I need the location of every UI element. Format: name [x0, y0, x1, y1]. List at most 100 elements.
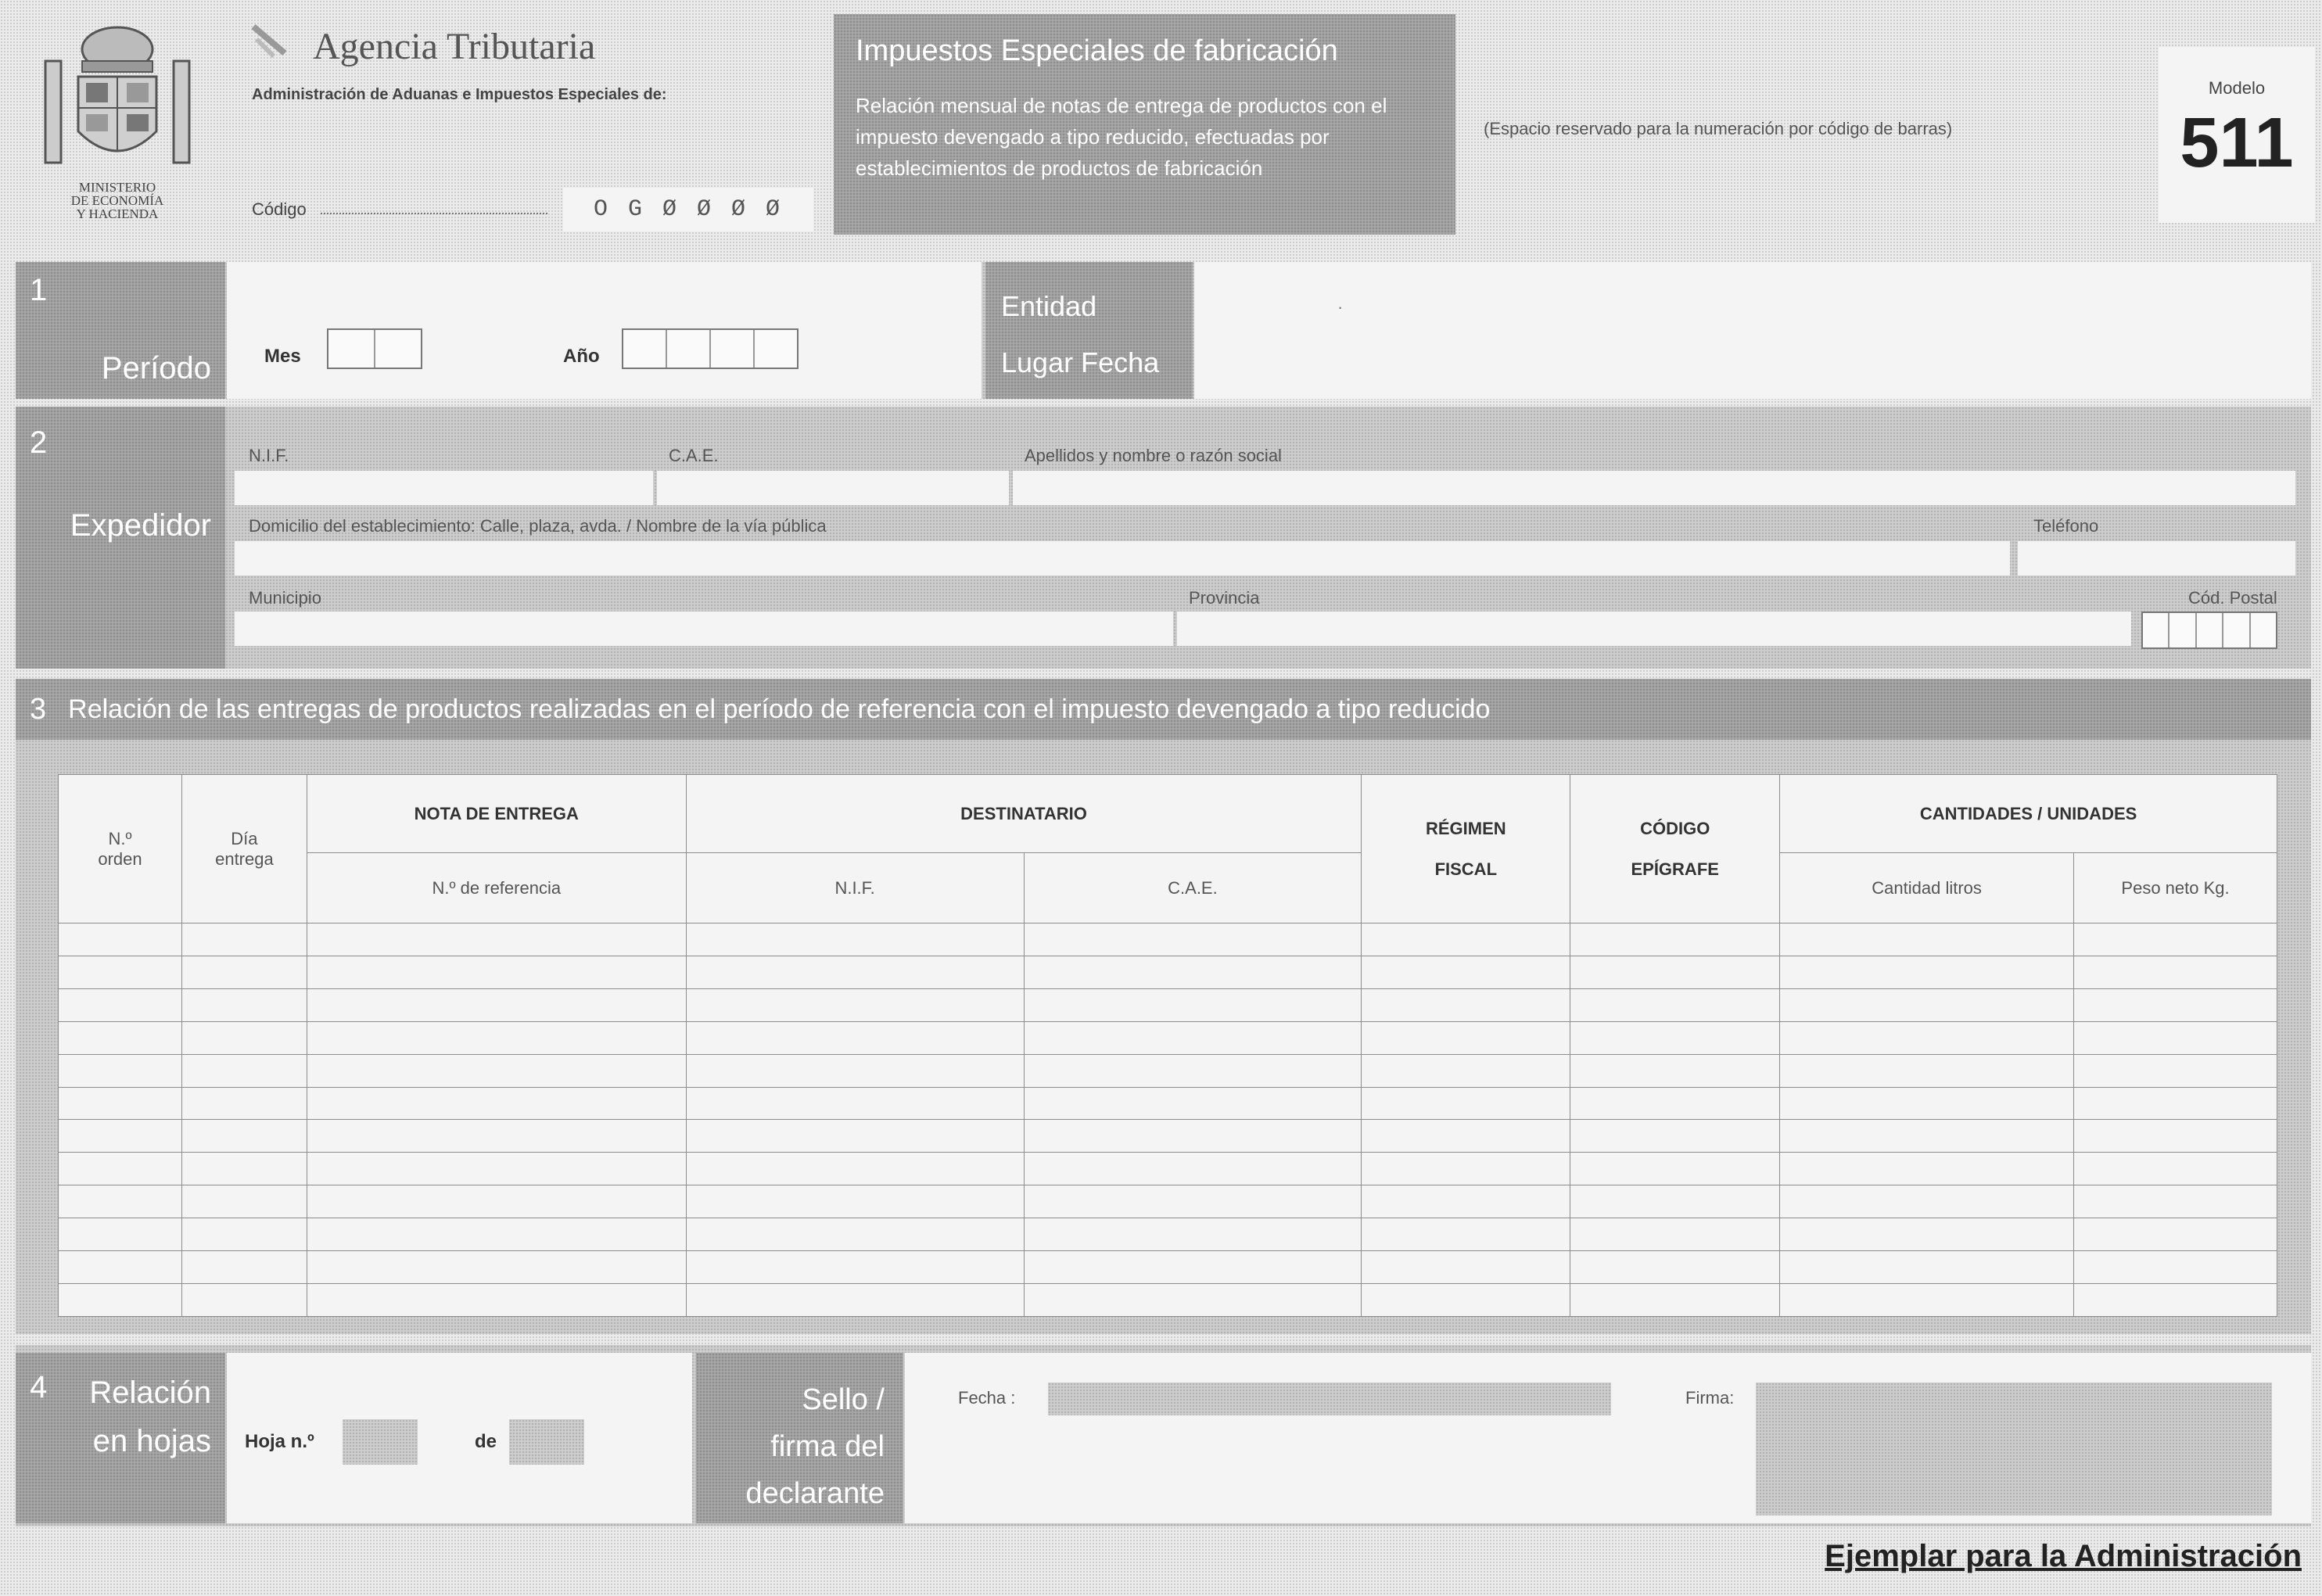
table-cell[interactable] — [181, 923, 307, 956]
table-cell[interactable] — [181, 988, 307, 1022]
table-cell[interactable] — [2073, 1119, 2277, 1153]
province-field[interactable] — [1177, 612, 2131, 646]
table-cell[interactable] — [1361, 1020, 1571, 1055]
table-cell[interactable] — [181, 1020, 307, 1055]
table-cell[interactable] — [1570, 1250, 1781, 1284]
table-cell[interactable] — [306, 1218, 687, 1252]
table-cell[interactable] — [1570, 988, 1781, 1022]
table-cell[interactable] — [306, 1152, 687, 1186]
table-cell[interactable] — [58, 1020, 182, 1055]
table-cell[interactable] — [58, 988, 182, 1022]
table-cell[interactable] — [1023, 1282, 1362, 1318]
table-cell[interactable] — [181, 1282, 307, 1318]
signature-input[interactable] — [1756, 1383, 2272, 1515]
table-cell[interactable] — [685, 1218, 1025, 1252]
table-cell[interactable] — [58, 1250, 182, 1284]
total-sheets-input[interactable] — [509, 1419, 584, 1465]
table-cell[interactable] — [1023, 955, 1362, 989]
table-cell[interactable] — [685, 1185, 1025, 1219]
nif-field[interactable] — [235, 471, 653, 505]
name-field[interactable] — [1013, 471, 2295, 505]
table-cell[interactable] — [685, 955, 1025, 989]
table-cell[interactable] — [1570, 1185, 1781, 1219]
table-cell[interactable] — [1779, 1185, 2075, 1219]
table-cell[interactable] — [685, 1119, 1025, 1153]
table-cell[interactable] — [181, 1119, 307, 1153]
table-cell[interactable] — [181, 1053, 307, 1088]
code-field[interactable]: O G Ø Ø Ø Ø — [563, 188, 813, 231]
table-cell[interactable] — [1779, 955, 2075, 989]
table-cell[interactable] — [58, 923, 182, 956]
table-cell[interactable] — [58, 1119, 182, 1153]
table-cell[interactable] — [685, 1250, 1025, 1284]
postal-field[interactable] — [2141, 612, 2277, 649]
table-cell[interactable] — [1361, 988, 1571, 1022]
sheet-number-input[interactable] — [343, 1419, 418, 1465]
table-cell[interactable] — [685, 1086, 1025, 1121]
table-cell[interactable] — [306, 923, 687, 956]
table-cell[interactable] — [1023, 1086, 1362, 1121]
table-cell[interactable] — [181, 1250, 307, 1284]
table-cell[interactable] — [1023, 1218, 1362, 1252]
table-cell[interactable] — [58, 1185, 182, 1219]
cae-field[interactable] — [657, 471, 1009, 505]
table-cell[interactable] — [1779, 1218, 2075, 1252]
table-cell[interactable] — [1023, 1152, 1362, 1186]
table-cell[interactable] — [1361, 1185, 1571, 1219]
table-cell[interactable] — [1779, 923, 2075, 956]
table-cell[interactable] — [306, 955, 687, 989]
table-cell[interactable] — [1779, 1086, 2075, 1121]
month-input[interactable] — [327, 328, 422, 369]
table-cell[interactable] — [1023, 988, 1362, 1022]
table-cell[interactable] — [306, 1250, 687, 1284]
table-cell[interactable] — [1361, 1218, 1571, 1252]
table-cell[interactable] — [306, 1020, 687, 1055]
table-cell[interactable] — [1779, 988, 2075, 1022]
table-cell[interactable] — [2073, 1250, 2277, 1284]
table-cell[interactable] — [1361, 1152, 1571, 1186]
table-cell[interactable] — [306, 1086, 687, 1121]
table-cell[interactable] — [685, 1152, 1025, 1186]
table-cell[interactable] — [2073, 1185, 2277, 1219]
table-cell[interactable] — [2073, 1282, 2277, 1318]
date-input[interactable] — [1048, 1383, 1611, 1415]
table-cell[interactable] — [1570, 1119, 1781, 1153]
table-cell[interactable] — [181, 955, 307, 989]
table-cell[interactable] — [685, 1282, 1025, 1318]
table-cell[interactable] — [181, 1185, 307, 1219]
table-cell[interactable] — [1570, 1218, 1781, 1252]
table-cell[interactable] — [1570, 1152, 1781, 1186]
municipality-field[interactable] — [235, 612, 1173, 646]
table-cell[interactable] — [685, 1020, 1025, 1055]
table-cell[interactable] — [58, 1218, 182, 1252]
table-cell[interactable] — [1779, 1119, 2075, 1153]
table-cell[interactable] — [685, 923, 1025, 956]
address-field[interactable] — [235, 541, 2010, 576]
table-cell[interactable] — [1570, 1282, 1781, 1318]
table-cell[interactable] — [1779, 1020, 2075, 1055]
table-cell[interactable] — [1779, 1152, 2075, 1186]
year-input[interactable] — [622, 328, 799, 369]
table-cell[interactable] — [306, 1185, 687, 1219]
table-cell[interactable] — [2073, 1152, 2277, 1186]
table-cell[interactable] — [2073, 1020, 2277, 1055]
table-cell[interactable] — [181, 1152, 307, 1186]
table-cell[interactable] — [1570, 1086, 1781, 1121]
table-cell[interactable] — [2073, 923, 2277, 956]
table-cell[interactable] — [58, 955, 182, 989]
table-cell[interactable] — [181, 1218, 307, 1252]
table-cell[interactable] — [685, 988, 1025, 1022]
table-cell[interactable] — [1023, 1119, 1362, 1153]
table-cell[interactable] — [1361, 1250, 1571, 1284]
table-cell[interactable] — [1361, 1119, 1571, 1153]
table-cell[interactable] — [1361, 1053, 1571, 1088]
table-cell[interactable] — [306, 1119, 687, 1153]
table-cell[interactable] — [1779, 1250, 2075, 1284]
table-cell[interactable] — [1361, 923, 1571, 956]
table-cell[interactable] — [58, 1053, 182, 1088]
table-cell[interactable] — [685, 1053, 1025, 1088]
table-cell[interactable] — [2073, 1086, 2277, 1121]
table-cell[interactable] — [1023, 1053, 1362, 1088]
table-cell[interactable] — [1361, 955, 1571, 989]
table-cell[interactable] — [1023, 1185, 1362, 1219]
